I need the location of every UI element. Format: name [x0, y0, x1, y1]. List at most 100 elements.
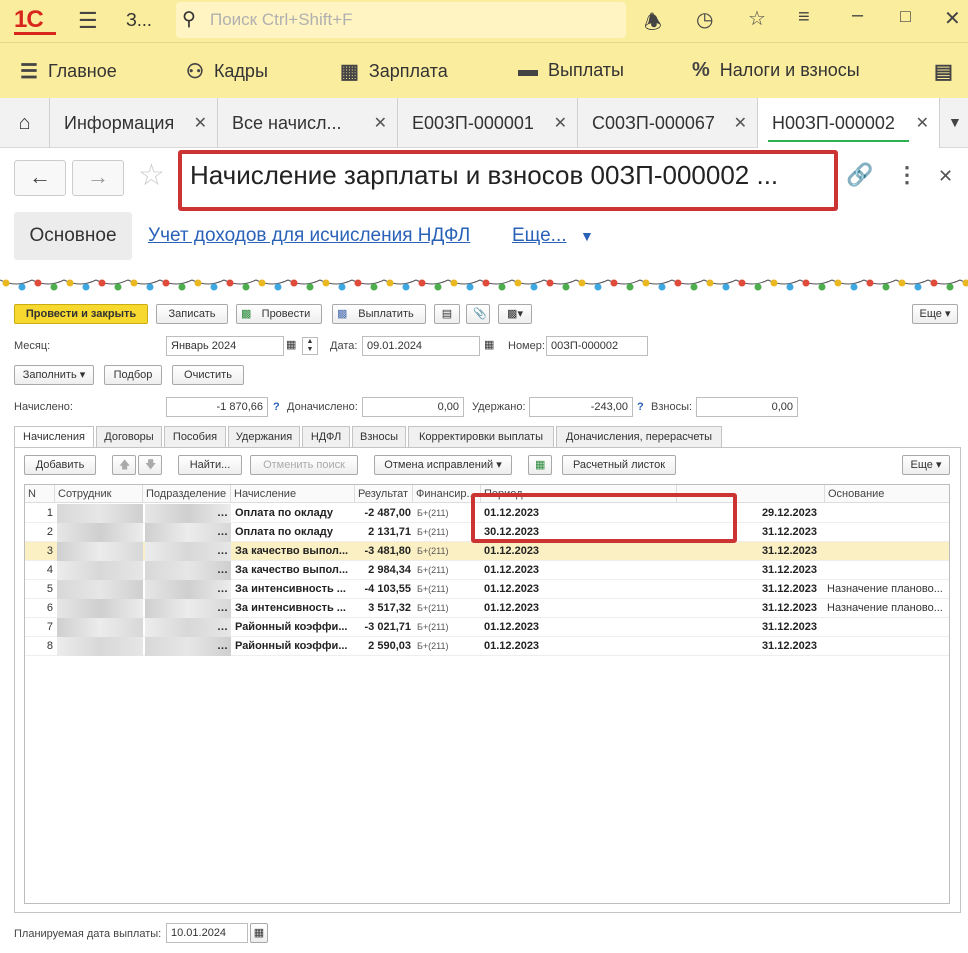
- fill-button[interactable]: Заполнить ▾: [14, 365, 94, 385]
- hamburger-icon[interactable]: ☰: [78, 8, 98, 34]
- cell-fin[interactable]: Б+(211): [417, 599, 481, 618]
- cell-from[interactable]: 01.12.2023: [484, 618, 664, 637]
- attach-button[interactable]: 📎: [466, 304, 490, 324]
- table-row[interactable]: … 3 За качество выпол... -3 481,80 Б+(211) 01…: [25, 542, 949, 561]
- cell-accrual[interactable]: Районный коэффи...: [235, 618, 355, 637]
- history-icon[interactable]: ◷: [696, 7, 713, 32]
- cell-accrual[interactable]: Оплата по окладу: [235, 504, 355, 523]
- filter-icon[interactable]: ≡: [798, 6, 810, 29]
- subtab-contributions[interactable]: Взносы: [352, 426, 406, 448]
- section-hr[interactable]: ⚇ Кадры: [186, 59, 268, 84]
- col-header-accrual[interactable]: Начисление: [231, 485, 355, 503]
- tab-e00zp[interactable]: Е00ЗП-000001 ✕: [398, 98, 578, 148]
- cell-to[interactable]: 31.12.2023: [677, 542, 817, 561]
- employee-cell-redacted[interactable]: [57, 542, 143, 561]
- table-row[interactable]: … 7 Районный коэффи... -3 021,71 Б+(211) 01.1…: [25, 618, 949, 637]
- calendar-icon[interactable]: ▦: [286, 338, 296, 351]
- table-row[interactable]: … 6 За интенсивность ... 3 517,32 Б+(211) 01.…: [25, 599, 949, 618]
- more-link[interactable]: Еще...: [512, 225, 567, 247]
- col-header-n[interactable]: N: [25, 485, 55, 503]
- spreadsheet-button[interactable]: ▦: [528, 455, 552, 475]
- col-header-result[interactable]: Результат: [355, 485, 413, 503]
- cell-accrual[interactable]: За качество выпол...: [235, 542, 355, 561]
- cancel-corrections-button[interactable]: Отмена исправлений ▾: [374, 455, 512, 475]
- cell-to[interactable]: 31.12.2023: [677, 618, 817, 637]
- subtab-recalculations[interactable]: Доначисления, перерасчеты: [556, 426, 722, 448]
- maximize-icon[interactable]: □: [900, 6, 911, 27]
- payslip-button[interactable]: Расчетный листок: [562, 455, 676, 475]
- col-header-department[interactable]: Подразделение: [143, 485, 231, 503]
- cell-result[interactable]: -2 487,00: [355, 504, 411, 523]
- cell-n[interactable]: 6: [25, 599, 53, 618]
- subtab-ndfl[interactable]: НДФЛ: [302, 426, 350, 448]
- tabs-dropdown-icon[interactable]: ▼: [948, 114, 962, 130]
- more-vertical-icon[interactable]: ⋮: [896, 162, 918, 188]
- move-down-button[interactable]: 🡇: [138, 455, 162, 475]
- cell-n[interactable]: 3: [25, 542, 53, 561]
- employee-cell-redacted[interactable]: [57, 618, 143, 637]
- tab-n00zp[interactable]: Н00ЗП-000002 ✕: [758, 98, 940, 148]
- save-button[interactable]: Записать: [156, 304, 228, 324]
- month-field[interactable]: Январь 2024: [166, 336, 284, 356]
- cell-from[interactable]: 01.12.2023: [484, 637, 664, 656]
- section-salary[interactable]: ▦ Зарплата: [340, 59, 448, 84]
- cell-basis[interactable]: [827, 637, 949, 656]
- cell-accrual[interactable]: Оплата по окладу: [235, 523, 355, 542]
- form-tab-main[interactable]: Основное: [14, 212, 132, 260]
- cell-accrual[interactable]: За интенсивность ...: [235, 580, 355, 599]
- cell-n[interactable]: 4: [25, 561, 53, 580]
- cell-n[interactable]: 1: [25, 504, 53, 523]
- pay-date-calendar-button[interactable]: ▦: [250, 923, 268, 943]
- favorite-star-icon[interactable]: ☆: [138, 158, 165, 193]
- cell-to[interactable]: 31.12.2023: [677, 561, 817, 580]
- cell-result[interactable]: -4 103,55: [355, 580, 411, 599]
- section-main[interactable]: ☰ Главное: [20, 59, 117, 84]
- cell-fin[interactable]: Б+(211): [417, 618, 481, 637]
- employee-cell-redacted[interactable]: [57, 637, 143, 656]
- cell-n[interactable]: 2: [25, 523, 53, 542]
- cell-to[interactable]: 31.12.2023: [677, 580, 817, 599]
- cell-from[interactable]: 01.12.2023: [484, 542, 664, 561]
- forward-button[interactable]: →: [72, 160, 124, 196]
- home-tab[interactable]: ⌂: [0, 98, 50, 148]
- subtab-payment-corrections[interactable]: Корректировки выплаты: [408, 426, 554, 448]
- withheld-help-icon[interactable]: ?: [637, 401, 644, 413]
- cell-to[interactable]: 31.12.2023: [677, 599, 817, 618]
- employee-cell-redacted[interactable]: [57, 504, 143, 523]
- 1c-logo[interactable]: 1С: [14, 6, 44, 34]
- calendar-icon[interactable]: ▦: [484, 338, 494, 351]
- cancel-search-button[interactable]: Отменить поиск: [250, 455, 358, 475]
- ndfl-income-link[interactable]: Учет доходов для исчисления НДФЛ: [148, 225, 470, 247]
- col-header-employee[interactable]: Сотрудник: [55, 485, 143, 503]
- date-field[interactable]: 09.01.2024: [362, 336, 480, 356]
- minimize-icon[interactable]: –: [852, 4, 863, 27]
- link-icon[interactable]: 🔗: [846, 162, 873, 188]
- cell-basis[interactable]: [827, 561, 949, 580]
- employee-cell-redacted[interactable]: [57, 561, 143, 580]
- table-row[interactable]: … 4 За качество выпол... 2 984,34 Б+(211) 01.…: [25, 561, 949, 580]
- back-button[interactable]: ←: [14, 160, 66, 196]
- table-row[interactable]: … 5 За интенсивность ... -4 103,55 Б+(211) 01…: [25, 580, 949, 599]
- cell-basis[interactable]: [827, 542, 949, 561]
- find-button[interactable]: Найти...: [178, 455, 242, 475]
- employee-cell-redacted[interactable]: [57, 580, 143, 599]
- star-icon[interactable]: ☆: [748, 6, 766, 31]
- tab-all-accruals[interactable]: Все начисл... ✕: [218, 98, 398, 148]
- cell-result[interactable]: 2 984,34: [355, 561, 411, 580]
- cell-accrual[interactable]: За интенсивность ...: [235, 599, 355, 618]
- cell-fin[interactable]: Б+(211): [417, 561, 481, 580]
- cell-result[interactable]: -3 021,71: [355, 618, 411, 637]
- employee-cell-redacted[interactable]: [57, 523, 143, 542]
- subtab-deductions[interactable]: Удержания: [228, 426, 300, 448]
- report-button[interactable]: ▤: [434, 304, 460, 324]
- clear-button[interactable]: Очистить: [172, 365, 244, 385]
- cell-result[interactable]: 2 131,71: [355, 523, 411, 542]
- number-field[interactable]: 00ЗП-000002: [546, 336, 648, 356]
- cell-n[interactable]: 5: [25, 580, 53, 599]
- cell-fin[interactable]: Б+(211): [417, 580, 481, 599]
- close-icon[interactable]: ✕: [916, 113, 929, 133]
- select-button[interactable]: Подбор: [104, 365, 162, 385]
- bell-icon[interactable]: 🕭: [644, 8, 662, 42]
- month-stepper[interactable]: ▲ ▼: [302, 337, 318, 355]
- cell-to[interactable]: 31.12.2023: [677, 637, 817, 656]
